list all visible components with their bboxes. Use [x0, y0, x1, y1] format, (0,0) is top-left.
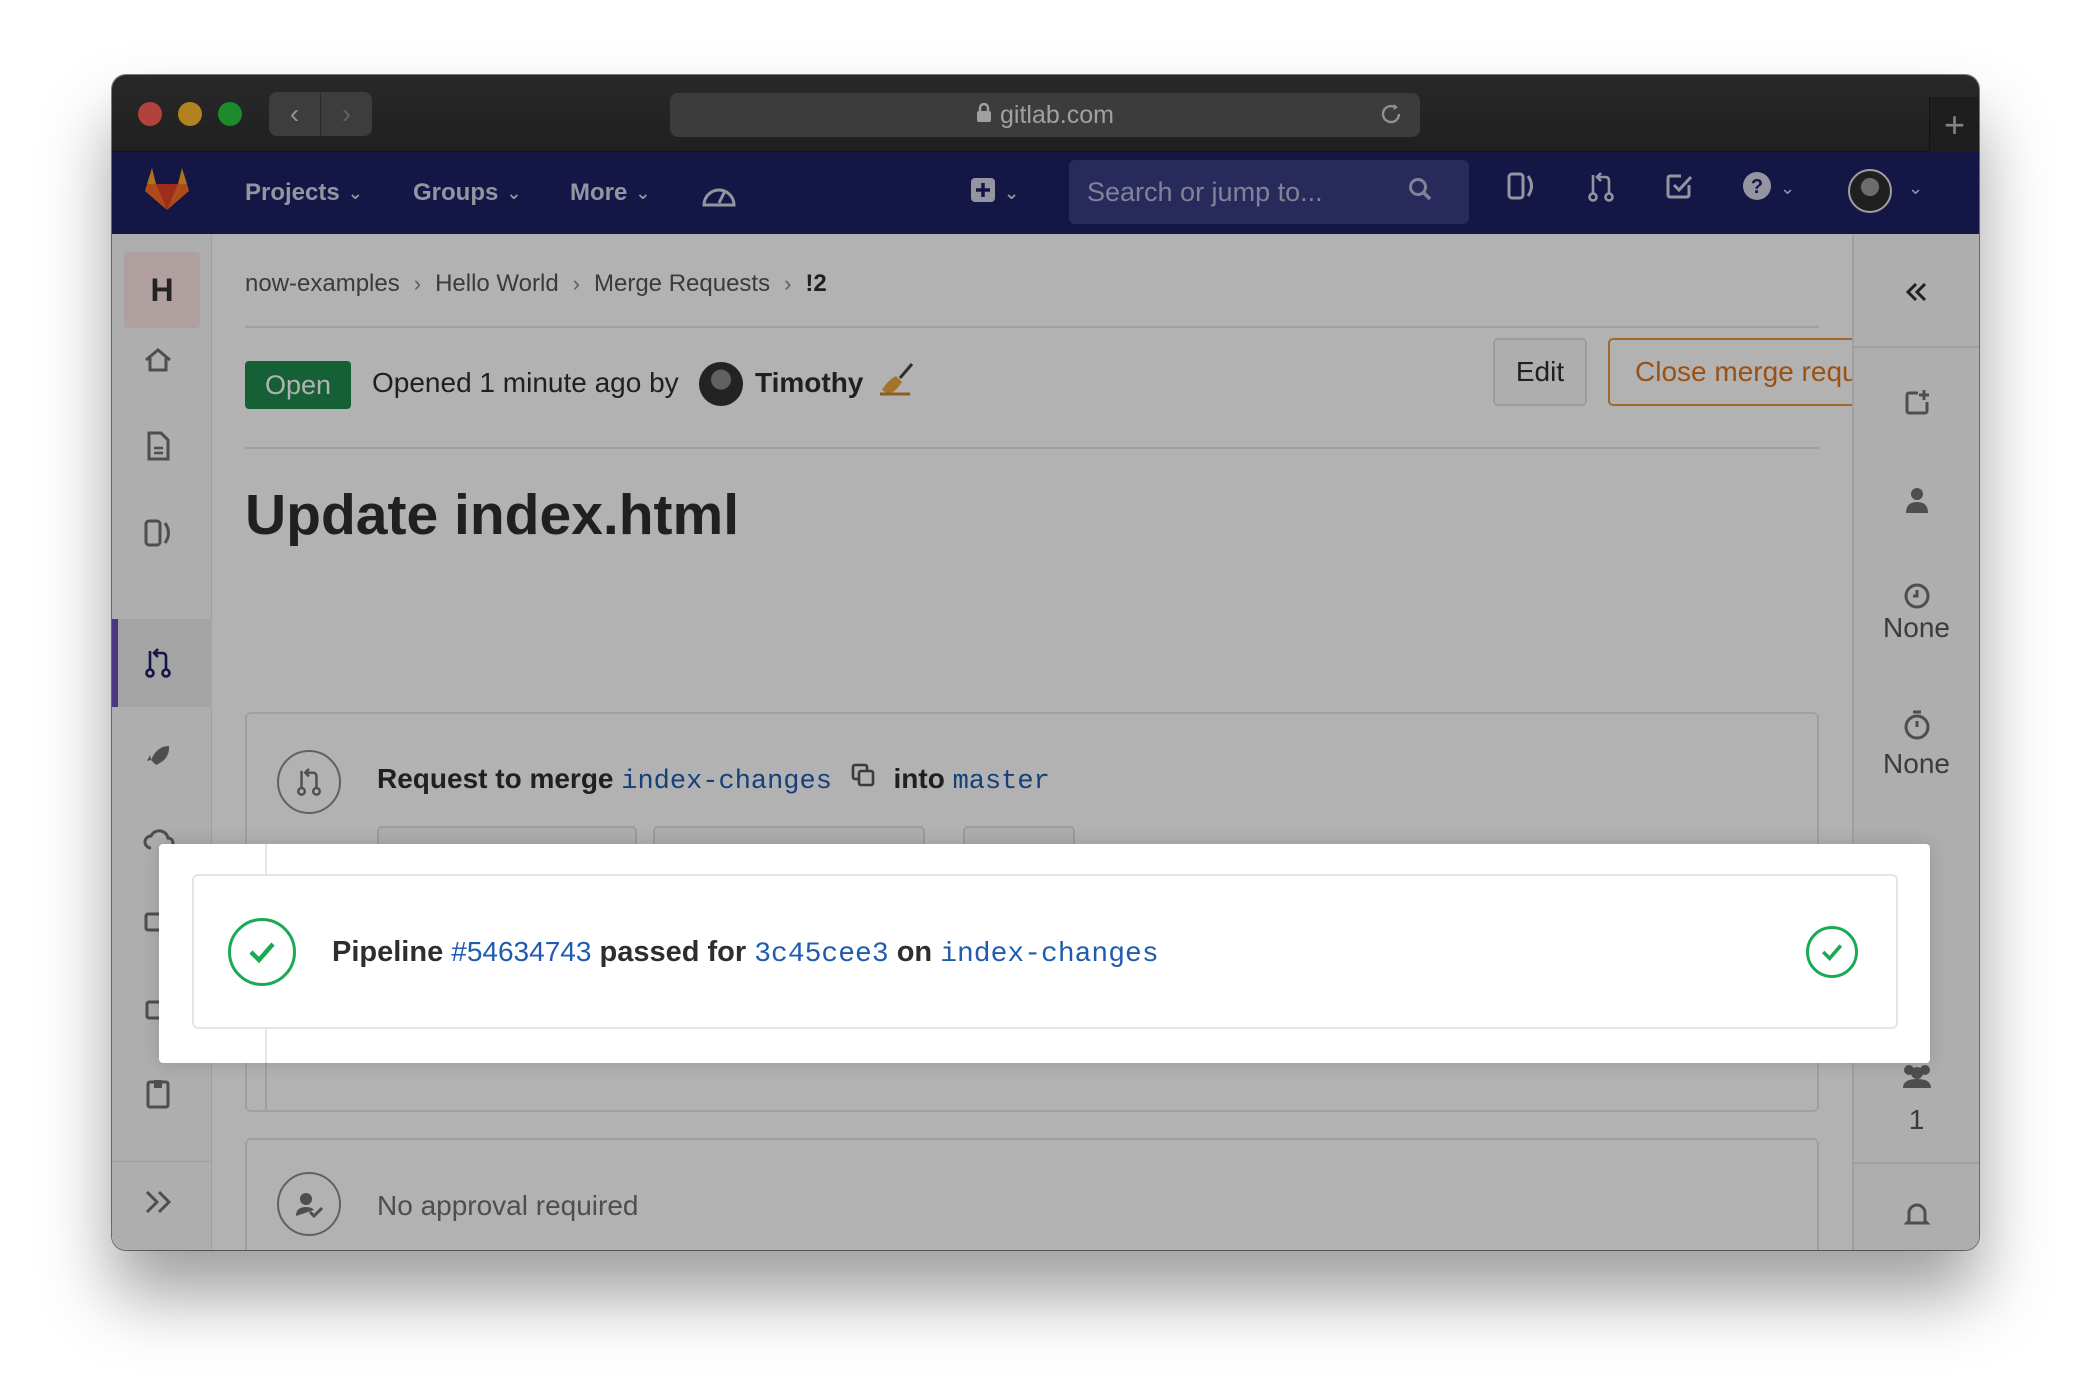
pipeline-label: Pipeline [332, 936, 444, 968]
pipeline-text: Pipeline #54634743 passed for 3c45cee3 o… [332, 936, 1159, 970]
pipeline-link[interactable]: #54634743 [451, 936, 591, 967]
timeline-line [265, 1029, 267, 1063]
timeline-line [265, 844, 267, 874]
browser-window: ‹ › gitlab.com + Projects ⌄ Groups ⌄ Mor… [112, 75, 1979, 1250]
dim-overlay [112, 75, 1979, 1250]
on-label: on [896, 936, 933, 968]
branch-link[interactable]: index-changes [940, 939, 1158, 970]
pipeline-highlight: Pipeline #54634743 passed for 3c45cee3 o… [159, 844, 1930, 1063]
pipeline-passed-icon[interactable] [1806, 926, 1858, 978]
passed-for-label: passed for [599, 936, 747, 968]
pipeline-widget: Pipeline #54634743 passed for 3c45cee3 o… [192, 874, 1898, 1029]
commit-link[interactable]: 3c45cee3 [754, 939, 888, 970]
pipeline-status-icon[interactable] [228, 918, 296, 986]
